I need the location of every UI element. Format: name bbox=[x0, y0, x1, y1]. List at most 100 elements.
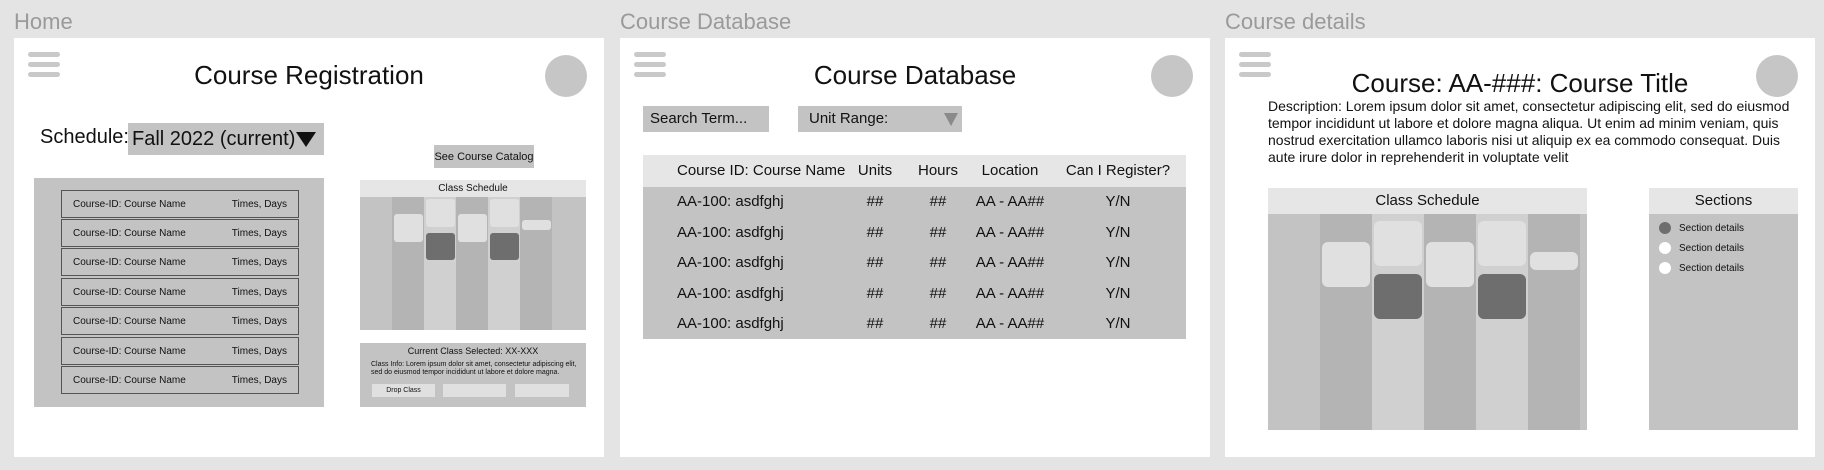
radio-selected-icon[interactable] bbox=[1659, 222, 1671, 234]
section-option[interactable]: Section details bbox=[1659, 242, 1744, 254]
table-cell: ## bbox=[866, 224, 884, 241]
table-cell: AA - AA## bbox=[975, 193, 1045, 210]
column-header[interactable]: Location bbox=[970, 162, 1050, 179]
table-cell: AA - AA## bbox=[975, 315, 1045, 332]
database-frame: Course Database Search Term... Unit Rang… bbox=[620, 38, 1210, 457]
course-row[interactable]: Course-ID: Course Name Times, Days bbox=[61, 248, 299, 276]
page-title: Course Registration bbox=[194, 60, 424, 90]
course-row[interactable]: Course-ID: Course Name Times, Days bbox=[61, 219, 299, 247]
course-name: Course-ID: Course Name bbox=[73, 286, 186, 298]
course-name: Course-ID: Course Name bbox=[73, 345, 186, 357]
course-times: Times, Days bbox=[231, 315, 287, 327]
course-title: Course: AA-###: Course Title bbox=[1351, 68, 1689, 98]
course-list: Course-ID: Course Name Times, Days Course… bbox=[34, 178, 324, 407]
schedule-block[interactable] bbox=[458, 214, 487, 242]
schedule-block[interactable] bbox=[490, 199, 519, 227]
table-cell: ## bbox=[866, 193, 884, 210]
table-cell[interactable]: AA-100: asdfghj bbox=[677, 254, 784, 271]
class-schedule-panel: Class Schedule bbox=[360, 180, 586, 330]
unit-range-label: Unit Range: bbox=[809, 110, 889, 127]
sections-panel: Sections Section details Section details… bbox=[1649, 188, 1798, 430]
course-times: Times, Days bbox=[231, 198, 287, 210]
table-cell: ## bbox=[929, 224, 947, 241]
class-schedule-title: Class Schedule bbox=[1268, 188, 1587, 214]
schedule-block-selected[interactable] bbox=[490, 233, 519, 260]
column-header[interactable]: Hours bbox=[913, 162, 963, 179]
schedule-dropdown[interactable]: Fall 2022 (current) bbox=[128, 123, 324, 155]
table-cell: ## bbox=[866, 285, 884, 302]
panel-button[interactable] bbox=[515, 384, 569, 397]
section-option[interactable]: Section details bbox=[1659, 222, 1744, 234]
course-name: Course-ID: Course Name bbox=[73, 256, 186, 268]
schedule-block[interactable] bbox=[1530, 252, 1578, 270]
column-header[interactable]: Units bbox=[850, 162, 900, 179]
column-header[interactable]: Course ID: Course Name bbox=[677, 162, 845, 179]
schedule-block[interactable] bbox=[1374, 221, 1422, 266]
chevron-down-icon bbox=[296, 131, 316, 147]
course-times: Times, Days bbox=[231, 345, 287, 357]
course-name: Course-ID: Course Name bbox=[73, 315, 186, 327]
table-cell: Y/N bbox=[1105, 193, 1131, 210]
column-header[interactable]: Can I Register? bbox=[1058, 162, 1178, 179]
frame-label-database: Course Database bbox=[620, 9, 792, 34]
course-row[interactable]: Course-ID: Course Name Times, Days bbox=[61, 337, 299, 365]
table-cell[interactable]: AA-100: asdfghj bbox=[677, 224, 784, 241]
sections-title: Sections bbox=[1649, 188, 1798, 214]
course-name: Course-ID: Course Name bbox=[73, 198, 186, 210]
schedule-block-selected[interactable] bbox=[426, 233, 455, 260]
schedule-block[interactable] bbox=[394, 214, 423, 242]
schedule-block-selected[interactable] bbox=[1374, 274, 1422, 319]
chevron-down-icon bbox=[944, 113, 958, 126]
see-course-catalog-button[interactable]: See Course Catalog bbox=[434, 145, 534, 168]
table-cell: Y/N bbox=[1105, 315, 1131, 332]
radio-icon[interactable] bbox=[1659, 262, 1671, 274]
course-name: Course-ID: Course Name bbox=[73, 374, 186, 386]
table-cell: AA - AA## bbox=[975, 254, 1045, 271]
course-table: Course ID: Course Name Units Hours Locat… bbox=[643, 155, 1186, 339]
unit-range-dropdown[interactable]: Unit Range: bbox=[798, 106, 962, 132]
course-description: Description: Lorem ipsum dolor sit amet,… bbox=[1268, 98, 1790, 165]
table-cell: ## bbox=[866, 315, 884, 332]
drop-class-button[interactable]: Drop Class bbox=[372, 384, 435, 397]
schedule-block[interactable] bbox=[1478, 221, 1526, 266]
schedule-label: Schedule: bbox=[40, 126, 129, 148]
section-label: Section details bbox=[1679, 262, 1745, 274]
details-frame: Course: AA-###: Course Title Description… bbox=[1225, 38, 1815, 457]
course-row[interactable]: Course-ID: Course Name Times, Days bbox=[61, 307, 299, 335]
search-input[interactable]: Search Term... bbox=[643, 106, 769, 132]
table-cell: Y/N bbox=[1105, 285, 1131, 302]
schedule-block[interactable] bbox=[1426, 242, 1474, 287]
table-cell[interactable]: AA-100: asdfghj bbox=[677, 193, 784, 210]
home-frame: Course Registration Schedule: Fall 2022 … bbox=[14, 38, 604, 457]
day-column bbox=[520, 197, 552, 330]
radio-icon[interactable] bbox=[1659, 242, 1671, 254]
day-column bbox=[1528, 214, 1580, 430]
course-name: Course-ID: Course Name bbox=[73, 227, 186, 239]
schedule-block[interactable] bbox=[522, 220, 551, 230]
table-cell: ## bbox=[929, 315, 947, 332]
table-cell[interactable]: AA-100: asdfghj bbox=[677, 285, 784, 302]
frame-label-home: Home bbox=[14, 9, 73, 34]
course-times: Times, Days bbox=[231, 286, 287, 298]
course-row[interactable]: Course-ID: Course Name Times, Days bbox=[61, 278, 299, 306]
section-option[interactable]: Section details bbox=[1659, 262, 1744, 274]
table-cell: ## bbox=[866, 254, 884, 271]
table-cell: ## bbox=[929, 285, 947, 302]
schedule-block[interactable] bbox=[1322, 242, 1370, 287]
table-header: Course ID: Course Name Units Hours Locat… bbox=[643, 155, 1186, 187]
current-class-title: Current Class Selected: XX-XXX bbox=[407, 346, 539, 356]
course-times: Times, Days bbox=[231, 227, 287, 239]
course-times: Times, Days bbox=[231, 256, 287, 268]
course-times: Times, Days bbox=[231, 374, 287, 386]
schedule-block[interactable] bbox=[426, 199, 455, 227]
section-label: Section details bbox=[1679, 222, 1745, 234]
course-row[interactable]: Course-ID: Course Name Times, Days bbox=[61, 190, 299, 218]
current-class-panel: Current Class Selected: XX-XXX Class Inf… bbox=[360, 343, 586, 407]
class-info-text: Class Info: Lorem ipsum dolor sit amet, … bbox=[371, 361, 577, 376]
course-row[interactable]: Course-ID: Course Name Times, Days bbox=[61, 366, 299, 394]
panel-button[interactable] bbox=[443, 384, 506, 397]
table-cell[interactable]: AA-100: asdfghj bbox=[677, 315, 784, 332]
schedule-block-selected[interactable] bbox=[1478, 274, 1526, 319]
frame-label-details: Course details bbox=[1225, 9, 1366, 34]
class-schedule-title: Class Schedule bbox=[360, 180, 586, 197]
